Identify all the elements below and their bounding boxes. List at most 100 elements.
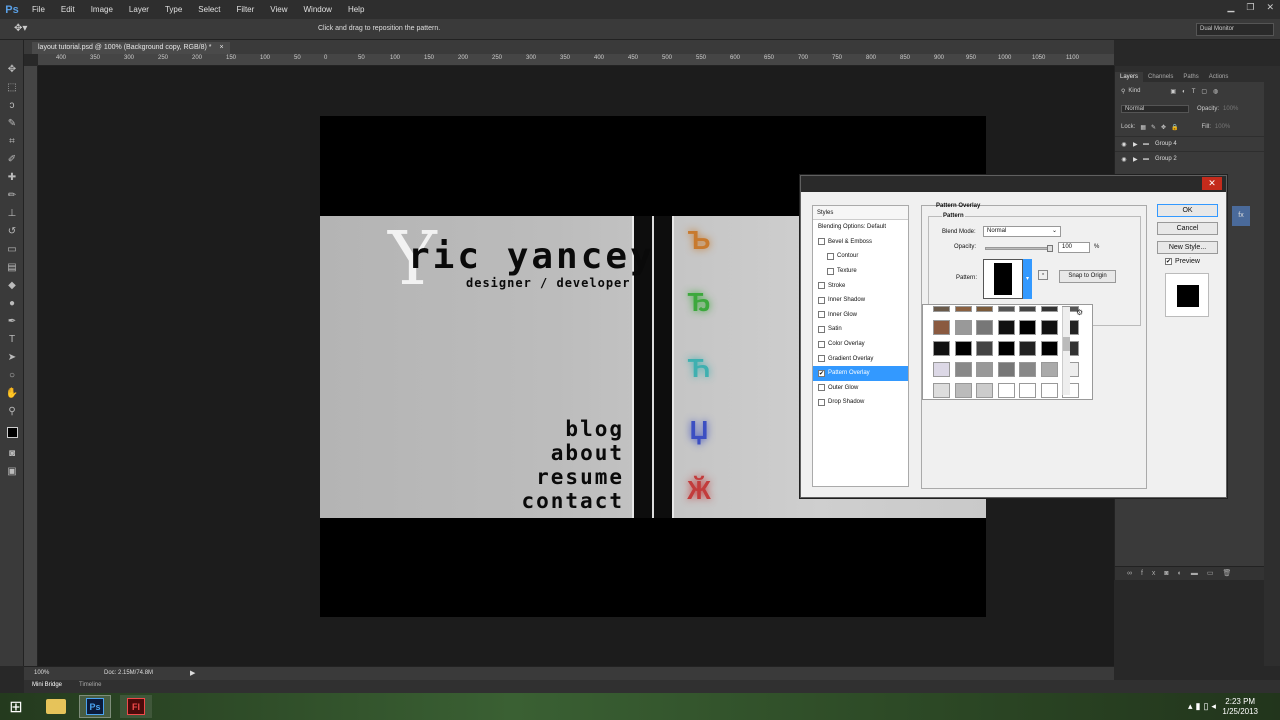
style-item[interactable]: Texture <box>813 264 908 279</box>
pattern-swatch-cell[interactable] <box>1040 306 1058 312</box>
pattern-swatch-cell[interactable] <box>933 341 950 356</box>
layer-row[interactable]: ◉ ▶ ▬ Group 4 <box>1115 136 1264 151</box>
style-item[interactable]: Contour <box>813 249 908 264</box>
styles-dock-icon[interactable]: fx <box>1232 206 1250 226</box>
tab-paths[interactable]: Paths <box>1178 72 1203 82</box>
pattern-swatch-cell[interactable] <box>976 320 993 335</box>
style-checkbox[interactable] <box>818 325 825 333</box>
stamp-tool-icon[interactable]: ⊥ <box>0 204 24 222</box>
lasso-tool-icon[interactable]: ↄ <box>0 96 24 114</box>
eye-icon[interactable]: ◉ <box>1115 141 1133 148</box>
pen-tool-icon[interactable]: ✒ <box>0 312 24 330</box>
blur-tool-icon[interactable]: ◆ <box>0 276 24 294</box>
style-checkbox[interactable] <box>818 384 825 392</box>
color-swatches-icon[interactable] <box>0 420 24 444</box>
ok-button[interactable]: OK <box>1157 204 1218 217</box>
pattern-swatch-cell[interactable] <box>976 362 993 377</box>
shape-tool-icon[interactable]: ○ <box>0 366 24 384</box>
new-preset-icon[interactable]: ▫ <box>1038 270 1048 280</box>
dialog-close-icon[interactable]: ✕ <box>1202 177 1222 190</box>
style-checkbox[interactable]: ✔ <box>818 369 825 377</box>
expand-arrow-icon[interactable]: ▶ <box>1133 156 1143 163</box>
menu-filter[interactable]: Filter <box>229 5 263 14</box>
flash-taskbar-icon[interactable]: Fl <box>120 695 152 718</box>
menu-type[interactable]: Type <box>157 5 190 14</box>
filter-kind[interactable]: Kind <box>1128 88 1140 94</box>
style-item[interactable]: Satin <box>813 322 908 337</box>
pattern-swatch-cell[interactable] <box>954 362 972 377</box>
preview-toggle[interactable]: ✔ Preview <box>1165 258 1200 265</box>
system-clock[interactable]: 2:23 PM 1/25/2013 <box>1222 697 1258 717</box>
path-select-tool-icon[interactable]: ➤ <box>0 348 24 366</box>
preview-checkbox[interactable]: ✔ <box>1165 258 1172 265</box>
pattern-swatch-cell[interactable] <box>1040 341 1058 356</box>
document-tab[interactable]: layout tutorial.psd @ 100% (Background c… <box>32 42 230 54</box>
menu-image[interactable]: Image <box>83 5 121 14</box>
pattern-swatch-cell[interactable] <box>933 320 950 335</box>
pattern-swatch-cell[interactable] <box>933 383 950 398</box>
hand-tool-icon[interactable]: ✋ <box>0 384 24 402</box>
style-item[interactable]: Blending Options: Default <box>813 220 908 235</box>
scrollbar-thumb[interactable] <box>1063 337 1070 351</box>
tab-channels[interactable]: Channels <box>1143 72 1178 82</box>
style-item[interactable]: Stroke <box>813 278 908 293</box>
pattern-swatch-cell[interactable] <box>997 383 1015 398</box>
style-checkbox[interactable] <box>818 355 825 363</box>
quick-mask-icon[interactable]: ◙ <box>0 444 24 462</box>
opacity-value[interactable]: 100% <box>1223 106 1238 112</box>
style-item[interactable]: ✔ Pattern Overlay <box>813 365 908 381</box>
pattern-swatch-cell[interactable] <box>1019 306 1036 312</box>
style-item[interactable]: Inner Glow <box>813 308 908 323</box>
picker-scrollbar[interactable] <box>1062 307 1070 395</box>
pattern-swatch-cell[interactable] <box>933 362 950 377</box>
menu-window[interactable]: Window <box>296 5 340 14</box>
close-icon[interactable]: ✕ <box>1266 2 1274 13</box>
tab-mini-bridge[interactable]: Mini Bridge <box>32 682 62 688</box>
styles-header[interactable]: Styles <box>813 206 908 220</box>
menu-layer[interactable]: Layer <box>121 5 157 14</box>
menu-help[interactable]: Help <box>340 5 372 14</box>
pattern-swatch-cell[interactable] <box>954 320 972 335</box>
cancel-button[interactable]: Cancel <box>1157 222 1218 235</box>
new-style-button[interactable]: New Style... <box>1157 241 1218 254</box>
layer-row[interactable]: ◉ ▶ ▬ Group 2 <box>1115 151 1264 166</box>
menu-file[interactable]: File <box>24 5 53 14</box>
pattern-swatch-cell[interactable] <box>976 383 993 398</box>
photoshop-taskbar-icon[interactable]: Ps <box>79 695 111 718</box>
marquee-tool-icon[interactable]: ⬚ <box>0 78 24 96</box>
pattern-swatch-cell[interactable] <box>1019 320 1036 335</box>
pattern-swatch-cell[interactable] <box>1019 341 1036 356</box>
pattern-swatch-cell[interactable] <box>997 306 1015 312</box>
pattern-swatch-cell[interactable] <box>1019 383 1036 398</box>
pattern-swatch-cell[interactable] <box>1040 362 1058 377</box>
pattern-swatch-cell[interactable] <box>976 306 993 312</box>
menu-view[interactable]: View <box>262 5 295 14</box>
pattern-swatch-cell[interactable] <box>954 306 972 312</box>
style-checkbox[interactable] <box>818 398 825 406</box>
expand-arrow-icon[interactable]: ▶ <box>1133 141 1143 148</box>
status-menu-icon[interactable]: ▶ <box>190 669 195 677</box>
blend-mode-select[interactable]: Normal ⌄ <box>983 226 1061 237</box>
style-item[interactable]: Color Overlay <box>813 337 908 352</box>
menu-select[interactable]: Select <box>190 5 228 14</box>
pattern-swatch-cell[interactable] <box>1040 383 1058 398</box>
tab-timeline[interactable]: Timeline <box>79 682 101 688</box>
zoom-tool-icon[interactable]: ⚲ <box>0 402 24 420</box>
style-item[interactable]: Outer Glow <box>813 381 908 396</box>
tab-actions[interactable]: Actions <box>1204 72 1234 82</box>
snap-to-origin-button[interactable]: Snap to Origin <box>1059 270 1116 283</box>
menu-edit[interactable]: Edit <box>53 5 83 14</box>
restore-icon[interactable]: ❐ <box>1246 2 1254 13</box>
pattern-swatch-cell[interactable] <box>976 341 993 356</box>
opacity-slider[interactable] <box>985 245 1053 252</box>
lock-icons[interactable]: ▦✎✥🔒 <box>1140 124 1183 131</box>
style-checkbox[interactable] <box>818 282 825 290</box>
history-brush-icon[interactable]: ↺ <box>0 222 24 240</box>
gear-icon[interactable]: ⚙ <box>1076 308 1083 317</box>
layer-actions[interactable]: ∞fx◙◐▬▭🗑 <box>1115 566 1265 580</box>
pattern-swatch-cell[interactable] <box>933 306 950 312</box>
explorer-icon[interactable] <box>40 695 72 718</box>
style-item[interactable]: Inner Shadow <box>813 293 908 308</box>
gradient-tool-icon[interactable]: ▤ <box>0 258 24 276</box>
screen-mode-icon[interactable]: ▣ <box>0 462 24 480</box>
